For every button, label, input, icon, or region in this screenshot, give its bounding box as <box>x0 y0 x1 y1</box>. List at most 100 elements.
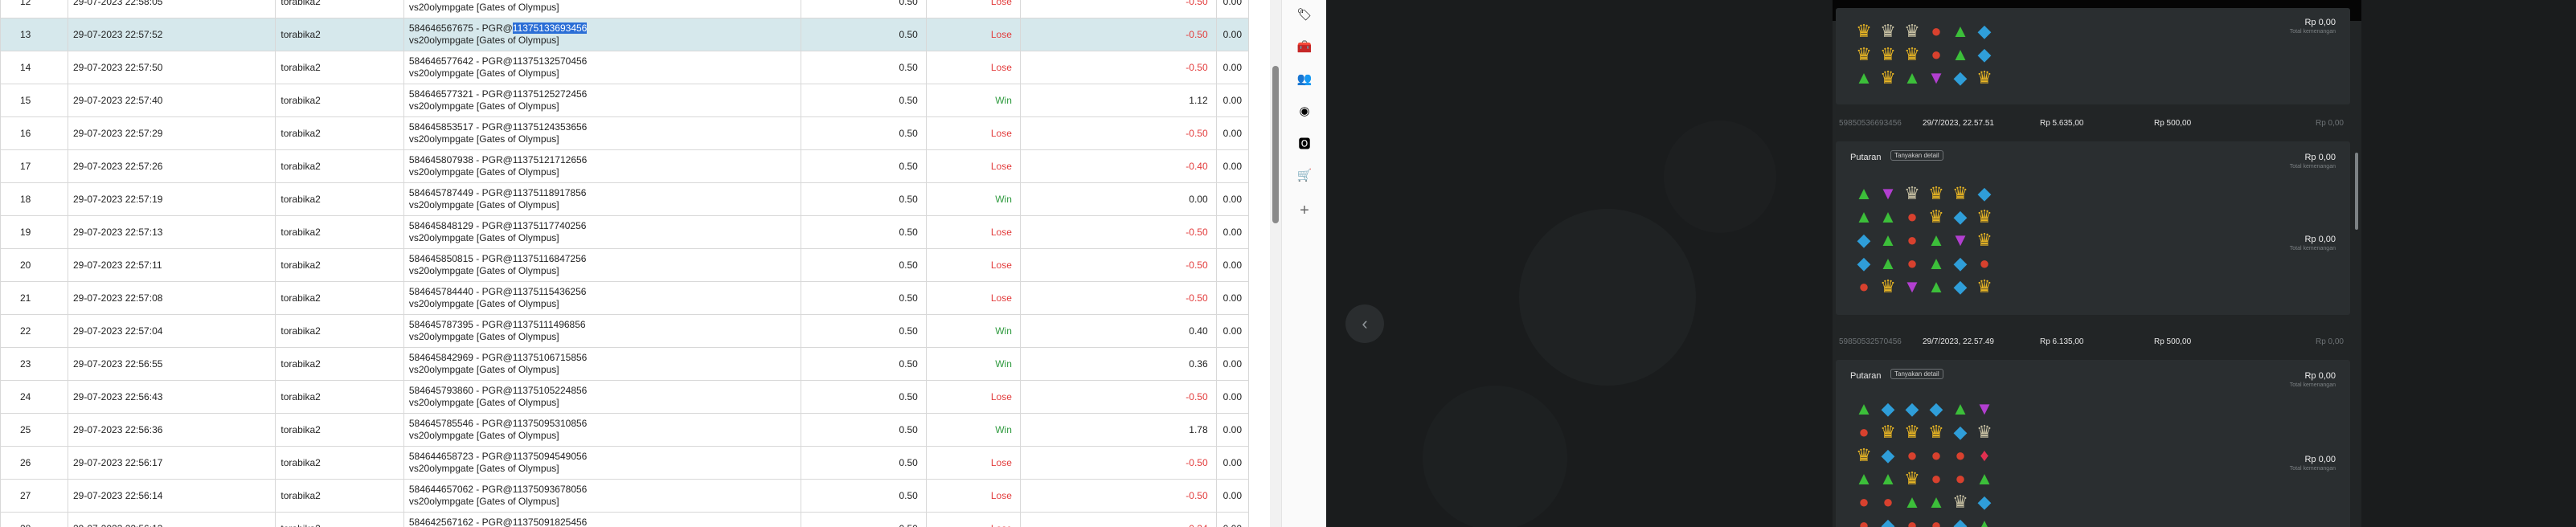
row-description: 584645848129 - PGR@11375117740256 vs20oly… <box>403 215 801 249</box>
row-bet: 0.50 <box>800 84 927 117</box>
table-row[interactable]: 24 29-07-2023 22:56:43 torabika2 5846457938… <box>0 380 1249 414</box>
table-row[interactable]: 21 29-07-2023 22:57:08 torabika2 5846457844… <box>0 281 1249 315</box>
row-number: 20 <box>0 248 68 282</box>
row-result: Lose <box>925 446 1021 480</box>
emerald-symbol-icon: ▲ <box>1855 206 1873 227</box>
row-username: torabika2 <box>275 215 404 249</box>
row-username: torabika2 <box>275 512 404 527</box>
table-row[interactable]: 20 29-07-2023 22:57:11 torabika2 5846458508… <box>0 248 1249 282</box>
row-description: 584644658723 - PGR@11375094549056 vs20oly… <box>403 446 801 480</box>
row-description: 584644657062 - PGR@11375093678056 vs20oly… <box>403 479 801 513</box>
row-bet: 0.50 <box>800 18 927 51</box>
chalice-symbol-icon: ♛ <box>1880 20 1896 41</box>
crown-symbol-icon: ♛ <box>1904 468 1920 488</box>
row-number: 15 <box>0 84 68 117</box>
row-description: 584646577321 - PGR@11375125272456 vs20oly… <box>403 84 801 117</box>
row-number: 17 <box>0 149 68 183</box>
table-row[interactable]: 2829-07-2023 22:56:13torabika25846425671… <box>0 512 1249 527</box>
row-number: 21 <box>0 281 68 315</box>
row-username: torabika2 <box>275 182 404 216</box>
table-row[interactable]: 13 29-07-2023 22:57:52 torabika2 5846465676… <box>0 18 1249 51</box>
table-row[interactable]: 16 29-07-2023 22:57:29 torabika2 5846458535… <box>0 116 1249 150</box>
cart-extension-icon[interactable]: 🛒 <box>1296 167 1313 183</box>
row-winloss: -0.50 <box>1019 18 1217 51</box>
transaction-table-pane: 1229-07-2023 22:58:05torabika25846465466… <box>0 0 1249 527</box>
row-date: 29-07-2023 22:56:14 <box>67 479 276 513</box>
detail-badge-button[interactable]: Tanyakan detail <box>1890 369 1943 379</box>
table-row[interactable]: 19 29-07-2023 22:57:13 torabika2 5846458481… <box>0 215 1249 249</box>
round-win: Rp 0,00 <box>2315 119 2344 128</box>
tag-extension-icon[interactable]: 🏷 <box>1296 6 1313 22</box>
detail-badge-button[interactable]: Tanyakan detail <box>1890 150 1943 161</box>
game-name: vs20olympgate [Gates of Olympus] <box>408 35 559 46</box>
toolbox-extension-icon[interactable]: 🧰 <box>1296 39 1313 55</box>
row-balance: 0.00 <box>1215 512 1249 527</box>
outlook-extension-icon[interactable]: 🅾 <box>1296 135 1313 151</box>
row-result: Lose <box>925 380 1021 414</box>
amethyst-symbol-icon: ▼ <box>1951 229 1969 250</box>
table-scrollbar[interactable] <box>1270 0 1281 527</box>
row-result: Lose <box>925 281 1021 315</box>
row-number: 23 <box>0 347 68 381</box>
emerald-symbol-icon: ▲ <box>1976 514 1993 527</box>
table-row[interactable]: 15 29-07-2023 22:57:40 torabika2 5846465773… <box>0 84 1249 117</box>
game-name: vs20olympgate [Gates of Olympus] <box>408 199 559 210</box>
row-date: 29-07-2023 22:56:17 <box>67 446 276 480</box>
table-row[interactable]: 17 29-07-2023 22:57:26 torabika2 5846458079… <box>0 149 1249 183</box>
row-description: 584645785546 - PGR@11375095310856 vs20oly… <box>403 413 801 447</box>
crown-symbol-icon: ♛ <box>1928 421 1944 442</box>
ring-symbol-icon: ● <box>1858 491 1870 512</box>
chromium-extension-icon[interactable]: ◉ <box>1296 103 1313 119</box>
row-number: 16 <box>0 116 68 150</box>
table-row[interactable]: 26 29-07-2023 22:56:17 torabika2 5846446587… <box>0 446 1249 480</box>
row-result: Lose <box>925 248 1021 282</box>
sapphire-symbol-icon: ◆ <box>1953 276 1968 296</box>
game-name: vs20olympgate [Gates of Olympus] <box>408 2 559 13</box>
round-summary-row[interactable]: 59850536693456 29/7/2023, 22.57.51 Rp 5.… <box>1833 112 2355 133</box>
row-winloss: 0.40 <box>1019 314 1217 348</box>
ring-symbol-icon: ● <box>1906 206 1918 227</box>
table-row[interactable]: 22 29-07-2023 22:57:04 torabika2 5846457873… <box>0 314 1249 348</box>
panel-scrollbar-thumb[interactable] <box>2355 153 2358 230</box>
people-extension-icon[interactable]: 👥 <box>1296 71 1313 87</box>
table-row[interactable]: 14 29-07-2023 22:57:50 torabika2 5846465776… <box>0 51 1249 84</box>
row-number: 24 <box>0 380 68 414</box>
row-date: 29-07-2023 22:56:13 <box>67 512 276 527</box>
row-bet: 0.50 <box>800 0 927 18</box>
table-row[interactable]: 25 29-07-2023 22:56:36 torabika2 5846457855… <box>0 413 1249 447</box>
row-description: 584646577642 - PGR@11375132570456 vs20oly… <box>403 51 801 84</box>
table-row[interactable]: 23 29-07-2023 22:56:55 torabika2 5846458429… <box>0 347 1249 381</box>
row-bet: 0.50 <box>800 116 927 150</box>
row-winloss: 1.12 <box>1019 84 1217 117</box>
game-name: vs20olympgate [Gates of Olympus] <box>408 298 559 309</box>
back-arrow-button[interactable]: ‹ <box>1345 304 1384 343</box>
game-history-panel: Rp 0,00 Total kemenangan ♛ ♛ ♛ ● ▲ ◆ ♛ ♛ ♛ ● ▲ ◆ ▲ ♛ ▲… <box>1833 0 2361 527</box>
row-result: Lose <box>925 479 1021 513</box>
row-balance: 0.00 <box>1215 51 1249 84</box>
round-summary-row[interactable]: 59850532570456 29/7/2023, 22.57.49 Rp 6.… <box>1833 331 2355 352</box>
ring-symbol-icon: ● <box>1955 444 1966 465</box>
table-row[interactable]: 1229-07-2023 22:58:05torabika25846465466… <box>0 0 1249 18</box>
row-winloss: -0.50 <box>1019 116 1217 150</box>
round-time: 29/7/2023, 22.57.49 <box>1923 337 1994 346</box>
row-result: Lose <box>925 51 1021 84</box>
row-winloss: -0.50 <box>1019 215 1217 249</box>
table-scrollbar-thumb[interactable] <box>1272 66 1279 223</box>
emerald-symbol-icon: ▲ <box>1879 468 1897 488</box>
row-balance: 0.00 <box>1215 413 1249 447</box>
row-winloss: 0.36 <box>1019 347 1217 381</box>
spin-title: Putaran <box>1850 371 1882 381</box>
add-extension-icon[interactable]: + <box>1296 202 1313 219</box>
table-row[interactable]: 18 29-07-2023 22:57:19 torabika2 5846457874… <box>0 182 1249 216</box>
row-winloss: -0.50 <box>1019 281 1217 315</box>
table-row[interactable]: 27 29-07-2023 22:56:14 torabika2 5846446570… <box>0 479 1249 513</box>
row-description: 584646567675 - PGR@11375133693456 vs20oly… <box>403 18 801 51</box>
crown-symbol-icon: ♛ <box>1856 444 1872 465</box>
row-winloss: -0.50 <box>1019 479 1217 513</box>
row-bet: 0.50 <box>800 182 927 216</box>
amethyst-symbol-icon: ▼ <box>1903 276 1921 296</box>
row-winloss: -0.24 <box>1019 512 1217 527</box>
row-username: torabika2 <box>275 281 404 315</box>
transaction-id: 584646546660 - PGR@11375136695056 <box>409 0 587 1</box>
row-balance: 0.00 <box>1215 281 1249 315</box>
